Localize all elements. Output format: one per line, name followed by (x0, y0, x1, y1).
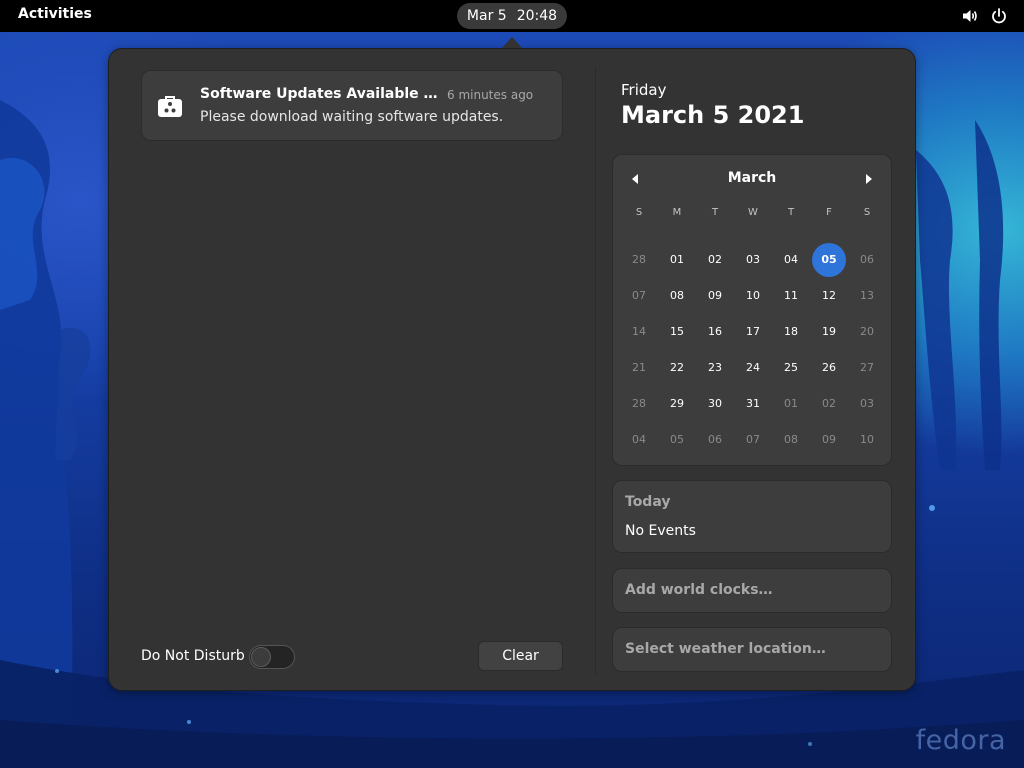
calendar-day[interactable]: 09 (697, 279, 733, 313)
software-update-icon (158, 96, 182, 117)
calendar-day[interactable]: 23 (697, 351, 733, 385)
clock-date: Mar 5 (466, 8, 507, 24)
weekday-label: T (711, 207, 719, 218)
calendar-day[interactable]: 11 (773, 279, 809, 313)
weather-label: Select weather location… (625, 641, 826, 657)
weekday-label: M (672, 207, 682, 218)
calendar-day[interactable]: 05 (659, 423, 695, 457)
do-not-disturb-toggle[interactable] (249, 645, 295, 669)
calendar-day[interactable]: 04 (621, 423, 657, 457)
calendar-day[interactable]: 31 (735, 387, 771, 421)
weekday-label: S (863, 207, 871, 218)
calendar-day[interactable]: 14 (621, 315, 657, 349)
calendar-day[interactable]: 13 (849, 279, 885, 313)
calendar-day[interactable]: 10 (735, 279, 771, 313)
events-title: Today (625, 494, 671, 510)
top-bar: Activities Mar 5 20:48 (0, 0, 1024, 32)
calendar-day[interactable]: 29 (659, 387, 695, 421)
calendar-day[interactable]: 08 (659, 279, 695, 313)
calendar-day[interactable]: 03 (849, 387, 885, 421)
toggle-knob (251, 647, 271, 667)
notification-software-updates[interactable]: Software Updates Available to Download 6… (141, 70, 563, 141)
calendar-day[interactable]: 26 (811, 351, 847, 385)
calendar-day[interactable]: 08 (773, 423, 809, 457)
clock-time: 20:48 (516, 8, 558, 24)
calendar-day[interactable]: 17 (735, 315, 771, 349)
weekday-label: W (748, 207, 758, 218)
column-divider (595, 67, 596, 675)
calendar-day[interactable]: 30 (697, 387, 733, 421)
notification-body: Please download waiting software updates… (200, 109, 504, 125)
calendar-day[interactable]: 12 (811, 279, 847, 313)
calendar-day[interactable]: 16 (697, 315, 733, 349)
calendar-day[interactable]: 02 (697, 243, 733, 277)
popover-arrow (502, 37, 522, 48)
calendar-day[interactable]: 24 (735, 351, 771, 385)
calendar-day[interactable]: 19 (811, 315, 847, 349)
calendar-day[interactable]: 05 (812, 243, 846, 277)
calendar-day[interactable]: 20 (849, 315, 885, 349)
weekday-label: F (826, 207, 832, 218)
calendar-day[interactable]: 07 (621, 279, 657, 313)
calendar: March S M T W T F S 28 01 02 03 04 05 06 07 08 09 10 11 12 1… (612, 154, 892, 466)
power-icon[interactable] (990, 7, 1008, 25)
events-empty-text: No Events (625, 523, 696, 539)
world-clocks-button[interactable]: Add world clocks… (612, 568, 892, 613)
calendar-day[interactable]: 18 (773, 315, 809, 349)
notification-title: Software Updates Available to Download (200, 86, 438, 102)
calendar-day[interactable]: 06 (697, 423, 733, 457)
calendar-day[interactable]: 04 (773, 243, 809, 277)
do-not-disturb-label: Do Not Disturb (141, 648, 245, 664)
date-menu-popover: Software Updates Available to Download 6… (108, 48, 916, 691)
weekday-label: S (635, 207, 643, 218)
calendar-day[interactable]: 27 (849, 351, 885, 385)
calendar-day[interactable]: 25 (773, 351, 809, 385)
calendar-day[interactable]: 02 (811, 387, 847, 421)
world-clocks-label: Add world clocks… (625, 582, 773, 598)
calendar-day[interactable]: 10 (849, 423, 885, 457)
weekday-label: T (787, 207, 795, 218)
clear-button[interactable]: Clear (478, 641, 563, 671)
fedora-logo: fedora (915, 725, 1006, 756)
calendar-day[interactable]: 22 (659, 351, 695, 385)
next-month-icon[interactable] (863, 172, 875, 186)
volume-icon[interactable] (961, 7, 979, 25)
full-date[interactable]: March 5 2021 (621, 101, 804, 129)
notification-time: 6 minutes ago (447, 88, 534, 102)
calendar-day[interactable]: 28 (621, 387, 657, 421)
calendar-day[interactable]: 07 (735, 423, 771, 457)
day-name: Friday (621, 81, 667, 99)
calendar-month: March (727, 170, 777, 186)
calendar-day[interactable]: 01 (659, 243, 695, 277)
calendar-day[interactable]: 28 (621, 243, 657, 277)
clock-button[interactable]: Mar 5 20:48 (457, 3, 567, 29)
calendar-day[interactable]: 15 (659, 315, 695, 349)
calendar-day[interactable]: 01 (773, 387, 809, 421)
calendar-day[interactable]: 09 (811, 423, 847, 457)
weather-button[interactable]: Select weather location… (612, 627, 892, 672)
calendar-day[interactable]: 21 (621, 351, 657, 385)
events-section[interactable]: Today No Events (612, 480, 892, 553)
calendar-day[interactable]: 06 (849, 243, 885, 277)
activities-button[interactable]: Activities (18, 6, 92, 22)
calendar-day[interactable]: 03 (735, 243, 771, 277)
